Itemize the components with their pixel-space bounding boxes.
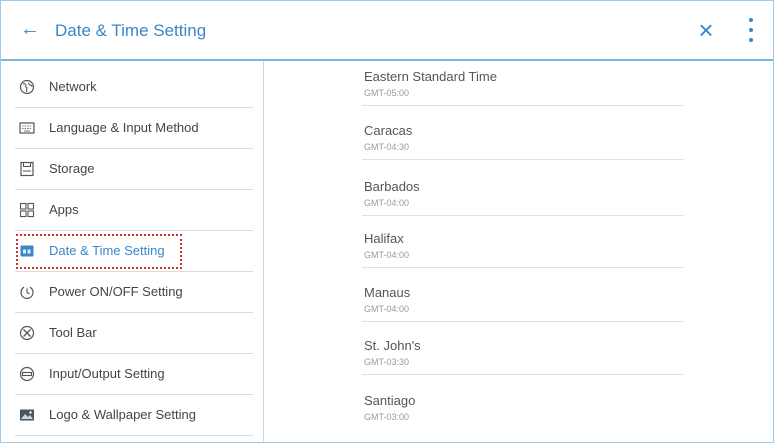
timezone-offset: GMT-04:00 xyxy=(364,304,410,314)
sidebar-item-storage[interactable]: Storage xyxy=(15,149,253,190)
close-icon: × xyxy=(698,15,714,45)
timezone-name: Barbados xyxy=(364,179,420,194)
timezone-name: Santiago xyxy=(364,393,416,408)
timezone-offset: GMT-05:00 xyxy=(364,88,410,98)
timezone-offset: GMT-04:00 xyxy=(364,250,410,260)
keyboard-icon xyxy=(19,122,35,134)
sidebar-item-language[interactable]: Language & Input Method xyxy=(15,108,253,149)
sidebar-item-input-output[interactable]: Input/Output Setting xyxy=(15,354,253,395)
sidebar-item-label: Input/Output Setting xyxy=(49,366,165,381)
settings-window: ← Date & Time Setting × Network Language… xyxy=(0,0,774,443)
timezone-name: Manaus xyxy=(364,285,411,300)
timezone-offset: GMT-03:00 xyxy=(364,412,410,422)
sidebar-item-label: Network xyxy=(49,79,97,94)
timezone-offset: GMT-03:30 xyxy=(364,357,410,367)
timezone-item[interactable]: St. John's GMT-03:30 xyxy=(362,332,684,375)
tools-icon xyxy=(19,325,35,341)
timezone-item[interactable]: Santiago GMT-03:00 xyxy=(362,387,684,430)
sidebar-item-label: Storage xyxy=(49,161,95,176)
apps-grid-icon xyxy=(19,202,35,218)
power-timer-icon xyxy=(20,286,34,299)
input-output-icon xyxy=(19,366,35,382)
timezone-offset: GMT-04:00 xyxy=(364,198,410,208)
image-icon xyxy=(20,409,34,421)
sidebar-item-network[interactable]: Network xyxy=(15,67,253,108)
timezone-offset: GMT-04:30 xyxy=(364,142,410,152)
sidebar-item-logo-wallpaper[interactable]: Logo & Wallpaper Setting xyxy=(15,395,253,436)
timezone-name: Halifax xyxy=(364,231,404,246)
sidebar-item-label: Power ON/OFF Setting xyxy=(49,284,183,299)
page-title: Date & Time Setting xyxy=(55,21,207,40)
arrow-left-icon: ← xyxy=(20,18,40,40)
more-options-button[interactable] xyxy=(745,15,757,45)
sidebar-item-label: Tool Bar xyxy=(49,325,97,340)
sidebar-item-toolbar[interactable]: Tool Bar xyxy=(15,313,253,354)
timezone-name: Caracas xyxy=(364,123,413,138)
close-button[interactable]: × xyxy=(695,17,717,43)
timezone-item[interactable]: Eastern Standard Time GMT-05:00 xyxy=(362,63,684,106)
sidebar-item-power[interactable]: Power ON/OFF Setting xyxy=(15,272,253,313)
highlight-box xyxy=(16,234,182,269)
storage-icon xyxy=(20,161,34,177)
globe-icon xyxy=(19,79,35,95)
sidebar-item-label: Apps xyxy=(49,202,79,217)
timezone-item[interactable]: Manaus GMT-04:00 xyxy=(362,279,684,322)
timezone-name: Eastern Standard Time xyxy=(364,69,497,84)
timezone-item[interactable]: Halifax GMT-04:00 xyxy=(362,225,684,268)
timezone-name: St. John's xyxy=(364,338,421,353)
title-bar: ← Date & Time Setting × xyxy=(1,1,773,59)
timezone-item[interactable]: Caracas GMT-04:30 xyxy=(362,117,684,160)
sidebar-item-apps[interactable]: Apps xyxy=(15,190,253,231)
timezone-list: Eastern Standard Time GMT-05:00 Caracas … xyxy=(264,61,773,442)
back-button[interactable]: ← xyxy=(19,18,41,40)
timezone-item[interactable]: Barbados GMT-04:00 xyxy=(362,173,684,216)
sidebar-item-label: Logo & Wallpaper Setting xyxy=(49,407,196,422)
sidebar-item-label: Language & Input Method xyxy=(49,120,199,135)
